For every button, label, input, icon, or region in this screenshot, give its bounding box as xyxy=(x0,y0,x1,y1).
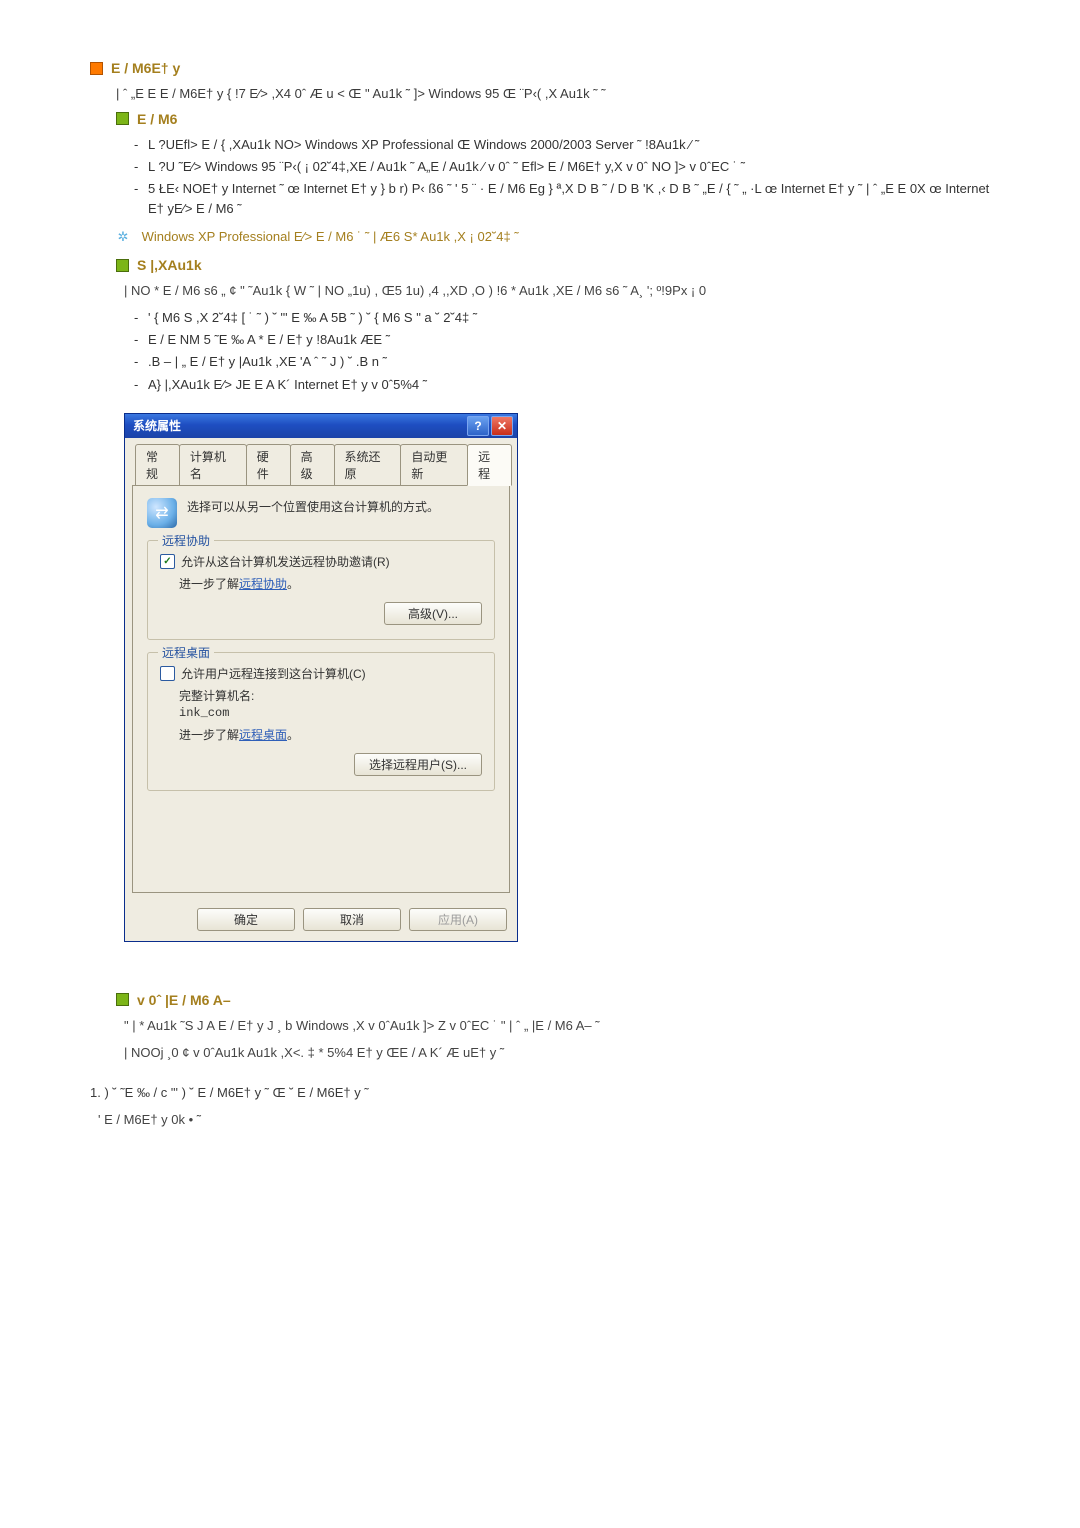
list-item: L ?U ˜E⁄> Windows 95 ¨P‹( ¡ 02˘4‡,XE / A… xyxy=(134,157,990,177)
tab-general[interactable]: 常规 xyxy=(135,444,180,486)
group-remote-desktop: 远程桌面 允许用户远程连接到这台计算机(C) 完整计算机名: ink_com 进… xyxy=(147,652,495,791)
help-button[interactable]: ? xyxy=(467,416,489,436)
group-legend: 远程桌面 xyxy=(158,644,214,661)
tab-strip: 常规 计算机名 硬件 高级 系统还原 自动更新 远程 xyxy=(125,438,517,486)
tab-auto-update[interactable]: 自动更新 xyxy=(400,444,468,486)
tab-computer-name[interactable]: 计算机名 xyxy=(179,444,247,486)
checkbox-label: 允许从这台计算机发送远程协助邀请(R) xyxy=(181,553,390,571)
link-remote-assist[interactable]: 远程协助 xyxy=(239,577,287,591)
cancel-button[interactable]: 取消 xyxy=(303,908,401,931)
snowflake-icon: ✲ xyxy=(116,229,130,245)
bullet-icon xyxy=(116,993,129,1006)
apply-button[interactable]: 应用(A) xyxy=(409,908,507,931)
sx-paragraph: | NO * E / M6 s6 „ ¢ " ˜Au1k { W ˜ | NO … xyxy=(124,281,990,302)
dialog-titlebar[interactable]: 系统属性 ? ✕ xyxy=(125,414,517,438)
list-item: L ?UEfl> E / { ,XAu1k NO> Windows XP Pro… xyxy=(134,135,990,155)
tab-advanced[interactable]: 高级 xyxy=(290,444,335,486)
link-remote-desktop[interactable]: 远程桌面 xyxy=(239,728,287,742)
heading-2-em6: E / M6 xyxy=(137,111,177,127)
dialog-footer: 确定 取消 应用(A) xyxy=(125,900,517,941)
bullet-icon xyxy=(90,62,103,75)
tab-remote[interactable]: 远程 xyxy=(467,444,512,486)
tab-hardware[interactable]: 硬件 xyxy=(246,444,291,486)
group-legend: 远程协助 xyxy=(158,532,214,549)
heading-1: E / M6E† y xyxy=(111,60,180,76)
checkbox-allow-assist[interactable] xyxy=(160,554,175,569)
list-item: A} |,XAu1k E⁄> JE E A K´ Internet E† y v… xyxy=(134,375,990,395)
v0-paragraph-1: " | * Au1k ˜S J A E / E† y J ¸ b Windows… xyxy=(124,1016,990,1037)
bullet-icon xyxy=(116,112,129,125)
tab-pane-remote: ⇄ 选择可以从另一个位置使用这台计算机的方式。 远程协助 允许从这台计算机发送远… xyxy=(132,485,510,893)
ok-button[interactable]: 确定 xyxy=(197,908,295,931)
intro-text: | ˆ „E E E / M6E† y { !7 E⁄> ,X4 0ˆ Æ u … xyxy=(116,84,990,105)
numbered-step-sub: ' E / M6E† y 0k • ˜ xyxy=(98,1110,990,1131)
advanced-button[interactable]: 高级(V)... xyxy=(384,602,482,625)
info-text: 选择可以从另一个位置使用这台计算机的方式。 xyxy=(187,498,439,515)
group-remote-assistance: 远程协助 允许从这台计算机发送远程协助邀请(R) 进一步了解远程协助。 高级(V… xyxy=(147,540,495,640)
select-remote-users-button[interactable]: 选择远程用户(S)... xyxy=(354,753,482,776)
sx-list: ' { M6 S ,X 2˘4‡ [ ˙ ˜ ) ˘ "' E ‰ A 5B ˜… xyxy=(116,308,990,395)
dialog-title: 系统属性 xyxy=(133,417,467,434)
tab-system-restore[interactable]: 系统还原 xyxy=(334,444,402,486)
heading-2-sx: S |,XAu1k xyxy=(137,257,202,273)
remote-info-icon: ⇄ xyxy=(147,498,177,528)
list-item: ' { M6 S ,X 2˘4‡ [ ˙ ˜ ) ˘ "' E ‰ A 5B ˜… xyxy=(134,308,990,328)
numbered-step: 1. ) ˘ ˜E ‰ / c "' ) ˘ E / M6E† y ˜ Œ ˘ … xyxy=(90,1083,990,1104)
full-computer-name-label: 完整计算机名: xyxy=(179,687,482,704)
checkbox-allow-remote-desktop[interactable] xyxy=(160,666,175,681)
checkbox-label: 允许用户远程连接到这台计算机(C) xyxy=(181,665,366,683)
heading-2-v0: v 0ˆ |E / M6 A– xyxy=(137,992,231,1008)
system-properties-dialog: 系统属性 ? ✕ 常规 计算机名 硬件 高级 系统还原 自动更新 远程 ⇄ 选择… xyxy=(124,413,518,942)
close-button[interactable]: ✕ xyxy=(491,416,513,436)
list-item: 5 ŁE‹ NOE† y Internet ˜ œ Internet E† y … xyxy=(134,179,990,219)
list-item: .B – | „ E / E† y |Au1k ,XE 'A ˆ ˜ J ) ˘… xyxy=(134,352,990,372)
assist-learn-more: 进一步了解远程协助。 xyxy=(179,575,482,592)
list-item: E / E NM 5 ˜E ‰ A * E / E† y !8Au1k ÆE ˜ xyxy=(134,330,990,350)
bullet-icon xyxy=(116,259,129,272)
snow-note: Windows XP Professional E⁄> E / M6 ˙ ˜ |… xyxy=(142,229,519,244)
v0-paragraph-2: | NOOj ¸0 ¢ v 0ˆAu1k Au1k ,X<. ‡ * 5%4 E… xyxy=(124,1043,990,1064)
em6-list: L ?UEfl> E / { ,XAu1k NO> Windows XP Pro… xyxy=(116,135,990,220)
desktop-learn-more: 进一步了解远程桌面。 xyxy=(179,726,482,743)
full-computer-name-value: ink_com xyxy=(179,706,482,720)
